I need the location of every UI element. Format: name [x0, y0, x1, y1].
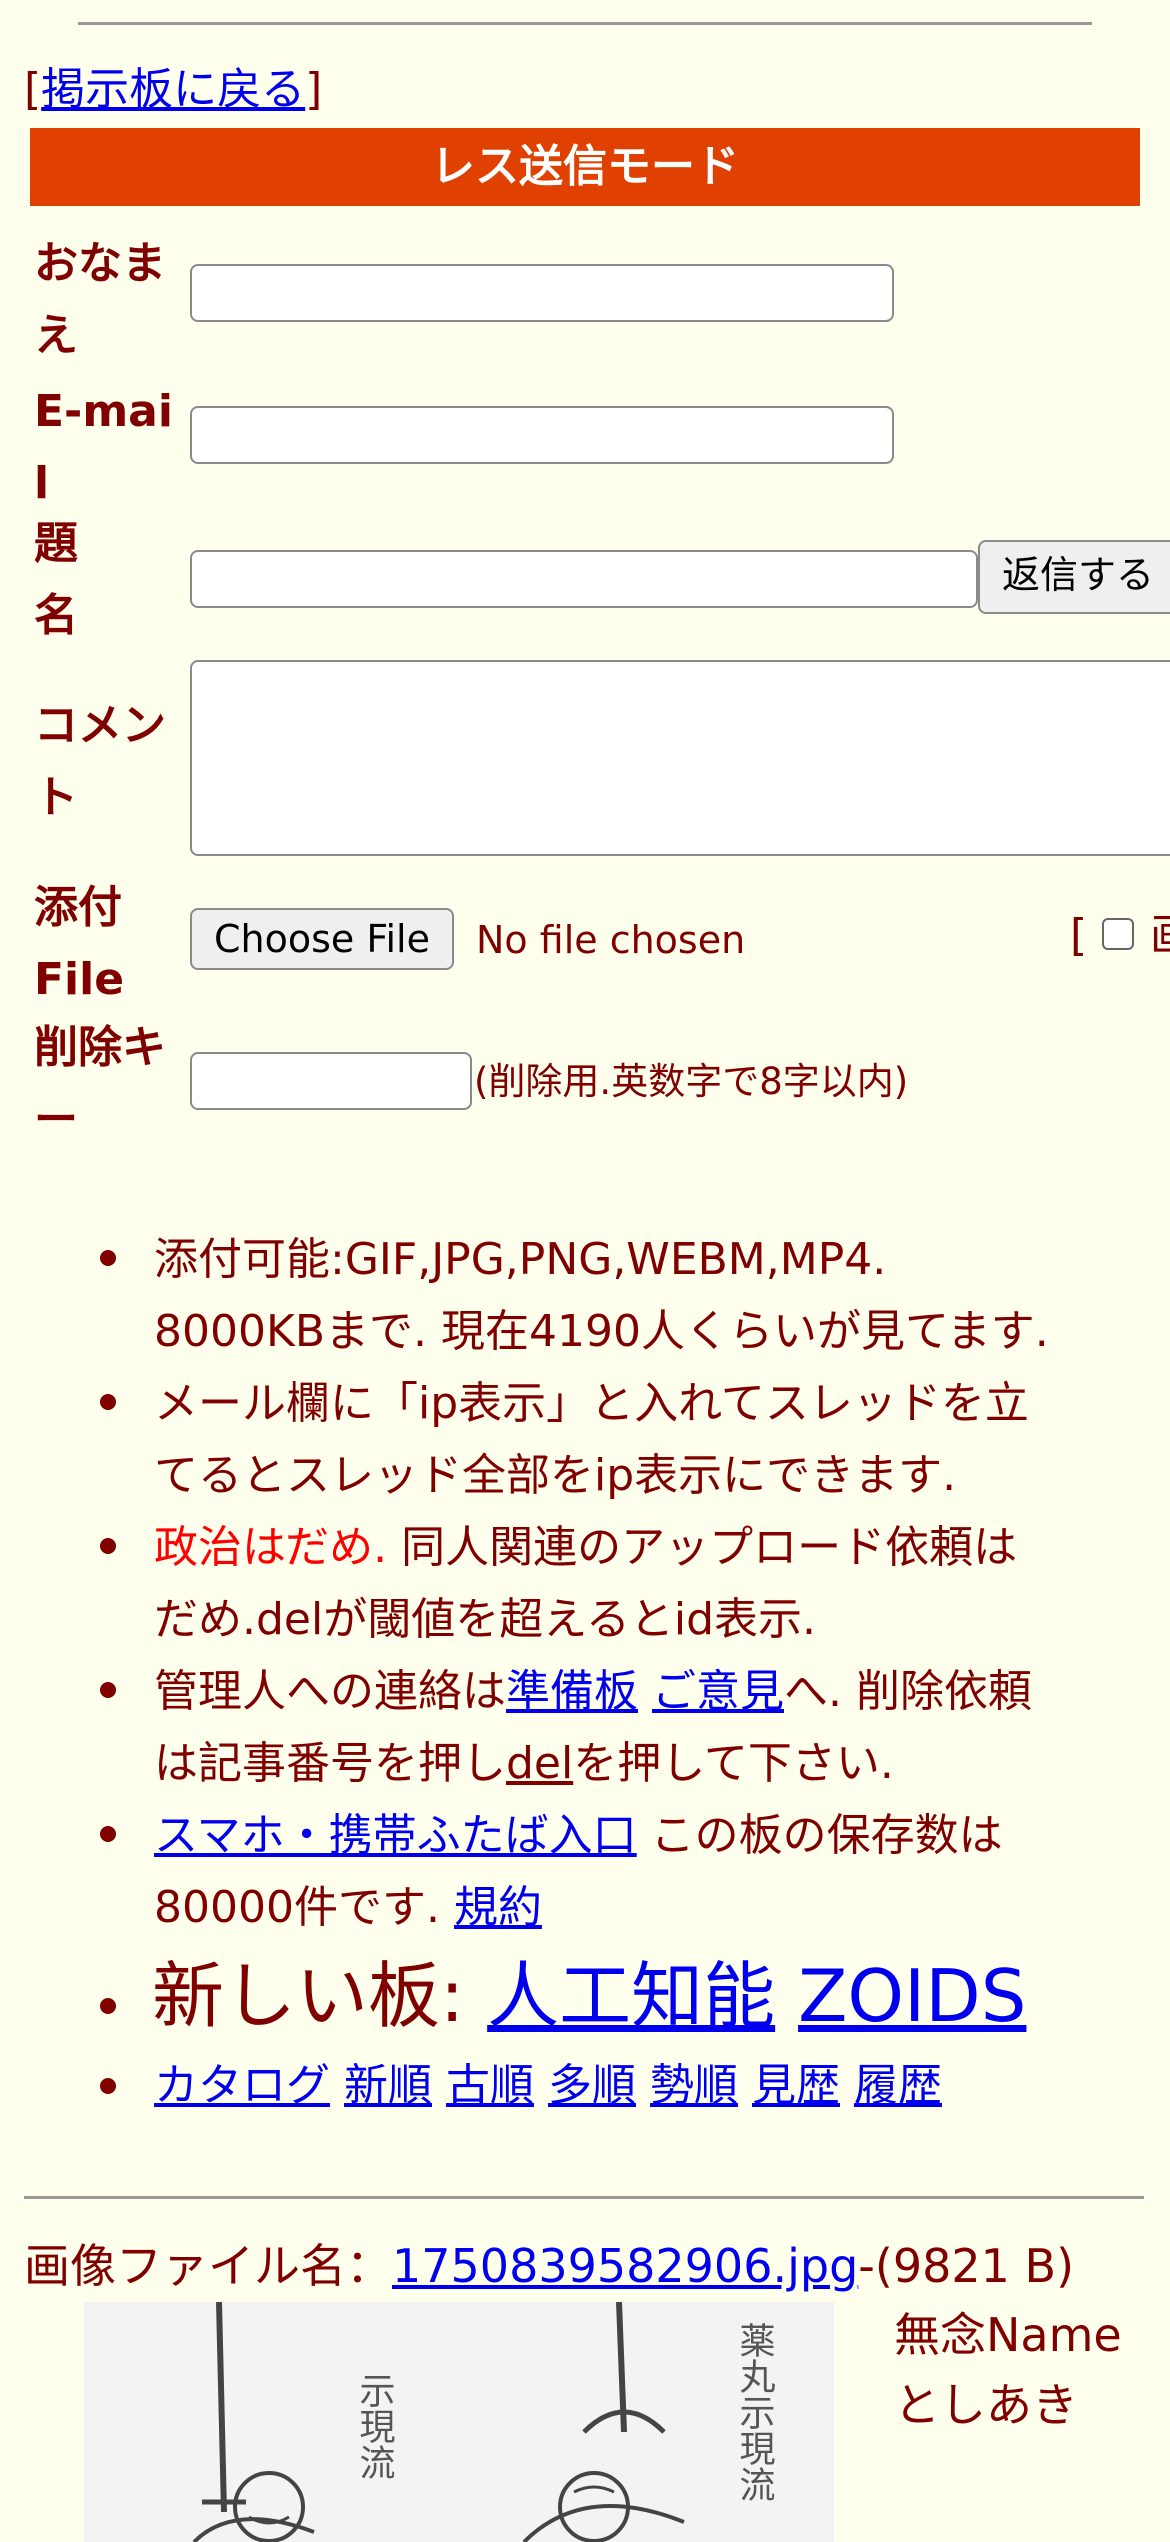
note-1-line-1: 添付可能:GIF,JPG,PNG,WEBM,MP4. [154, 1234, 887, 1285]
note-2-line-1: メール欄に「ip表示」と入れてスレッドを立 [154, 1378, 1029, 1429]
back-link-row: [掲示板に戻る] [24, 60, 322, 120]
image-file-size: -(9821 B) [858, 2239, 1075, 2293]
prep-board-link[interactable]: 準備板 [506, 1666, 638, 1717]
bracket-close: ] [305, 64, 323, 115]
poster-info: 無念Name としあき [894, 2300, 1122, 2440]
bracket-open: [ [24, 64, 42, 115]
bullet-4 [100, 1682, 116, 1698]
delete-key-input[interactable] [190, 1052, 472, 1110]
note-mobile: スマホ・携帯ふたば入口 この板の保存数は 80000件です. 規約 [154, 1800, 1154, 1944]
post-history-link[interactable]: 履歴 [854, 2060, 942, 2111]
note-2-line-2: てるとスレッド全部をip表示にできます. [154, 1450, 957, 1501]
sort-oldest-link[interactable]: 古順 [446, 2060, 534, 2111]
name-label: おなまえ [34, 238, 166, 361]
sort-nav: カタログ 新順 古順 多順 勢順 見歴 履歴 [154, 2050, 1154, 2122]
image-file-link[interactable]: 1750839582906.jpg [392, 2239, 858, 2293]
reply-submit-button[interactable]: 返信する [978, 540, 1170, 614]
reply-mode-banner: レス送信モード [30, 128, 1140, 206]
view-history-link[interactable]: 見歴 [752, 2060, 840, 2111]
email-label: E-mail [34, 386, 173, 509]
thumb-caption-right: 薬丸示現流 [734, 2322, 775, 2502]
feedback-link[interactable]: ご意見 [652, 1666, 784, 1717]
poster-name: としあき [894, 2378, 1078, 2432]
bullet-2 [100, 1394, 116, 1410]
note-5-rest: この板の保存数は [636, 1810, 1003, 1861]
delete-key-hint: (削除用.英数字で8字以内) [474, 1060, 909, 1103]
note-ip-display: メール欄に「ip表示」と入れてスレッドを立 てるとスレッド全部をip表示にできま… [154, 1368, 1154, 1512]
terms-link[interactable]: 規約 [454, 1882, 542, 1933]
subject-label: 題名 [34, 518, 78, 641]
image-file-label: 画像ファイル名： [24, 2239, 392, 2293]
sort-momentum-link[interactable]: 勢順 [650, 2060, 738, 2111]
note-attach-limits: 添付可能:GIF,JPG,PNG,WEBM,MP4. 8000KBまで. 現在4… [154, 1224, 1154, 1368]
comment-textarea[interactable] [190, 660, 1170, 856]
note-3-line-2: だめ.delが閾値を超えるとid表示. [154, 1594, 817, 1645]
top-divider [78, 22, 1092, 25]
catalog-link[interactable]: カタログ [154, 2060, 330, 2111]
note-rules: 政治はだめ. 同人関連のアップロード依頼は だめ.delが閾値を超えるとid表示… [154, 1512, 1154, 1656]
subject-input[interactable] [190, 550, 978, 608]
thumb-caption-left: 示現流 [354, 2372, 395, 2480]
new-boards-prefix: 新しい板: [152, 1954, 488, 2038]
post-thumbnail[interactable]: 示現流 薬丸示現流 [84, 2302, 834, 2542]
email-input[interactable] [190, 406, 894, 464]
note-4-line-2-suffix: を押して下さい. [573, 1738, 894, 1789]
bullet-1 [100, 1250, 116, 1266]
note-contact: 管理人への連絡は準備板 ご意見へ. 削除依頼 は記事番号を押しdelを押して下さ… [154, 1656, 1154, 1800]
back-to-board-link[interactable]: 掲示板に戻る [41, 64, 305, 115]
sort-newest-link[interactable]: 新順 [344, 2060, 432, 2111]
zoids-board-link[interactable]: ZOIDS [798, 1954, 1026, 2038]
note-new-boards: 新しい板: 人工知能 ZOIDS [152, 1950, 1152, 2042]
note-4-suffix: へ. 削除依頼 [784, 1666, 1032, 1717]
image-file-line: 画像ファイル名：1750839582906.jpg-(9821 B) [24, 2232, 1074, 2300]
ai-board-link[interactable]: 人工知能 [487, 1954, 775, 2038]
note-3-rest: 同人関連のアップロード依頼は [387, 1522, 1018, 1573]
bullet-6 [100, 1998, 116, 2014]
bullet-5 [100, 1826, 116, 1842]
attach-label: 添付File [34, 882, 125, 1005]
bullet-7 [100, 2078, 116, 2094]
del-text: del [506, 1738, 574, 1789]
image-option-label: 画 [1150, 910, 1170, 962]
note-politics-warning: 政治はだめ. [154, 1522, 388, 1573]
name-input[interactable] [190, 264, 894, 322]
bottom-divider [24, 2196, 1144, 2199]
poster-name-label: 無念Name [894, 2308, 1122, 2362]
image-option-checkbox[interactable] [1102, 918, 1134, 950]
image-option-bracket: [ [1070, 910, 1088, 961]
note-1-line-2: 8000KBまで. 現在4190人くらいが見てます. [154, 1306, 1049, 1357]
delete-key-label: 削除キー [34, 1022, 166, 1145]
mobile-entrance-link[interactable]: スマホ・携帯ふたば入口 [154, 1810, 637, 1861]
note-5-line-2: 80000件です. [154, 1882, 454, 1933]
bullet-3 [100, 1538, 116, 1554]
comment-label: コメント [34, 700, 166, 823]
sort-most-replies-link[interactable]: 多順 [548, 2060, 636, 2111]
note-4-prefix: 管理人への連絡は [154, 1666, 506, 1717]
no-file-chosen-text: No file chosen [476, 918, 746, 962]
choose-file-button[interactable]: Choose File [190, 908, 454, 970]
note-4-line-2-prefix: は記事番号を押し [154, 1738, 506, 1789]
sword-sketch-illustration: 示現流 薬丸示現流 [84, 2302, 834, 2542]
